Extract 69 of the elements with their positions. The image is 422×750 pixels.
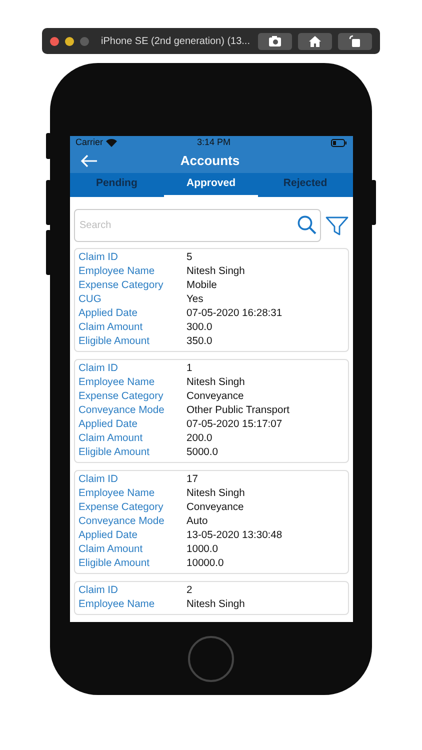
field-value: Conveyance: [186, 501, 244, 515]
field-label: Conveyance Mode: [78, 515, 166, 529]
camera-icon: [268, 35, 282, 47]
field-label: Expense Category: [78, 501, 164, 515]
field-label: Claim ID: [78, 473, 119, 487]
field-value: 07-05-2020 15:17:07: [186, 418, 282, 432]
field-value: Mobile: [186, 279, 217, 293]
field-value: Yes: [186, 293, 204, 307]
field-value: 5000.0: [186, 446, 218, 460]
field-value: 300.0: [186, 321, 212, 335]
field-value: 13-05-2020 13:30:48: [186, 529, 282, 543]
field-label: CUG: [78, 293, 102, 307]
field-label: Eligible Amount: [78, 335, 150, 349]
field-label: Employee Name: [78, 598, 156, 612]
rotate-icon: [349, 35, 361, 47]
field-label: Claim ID: [78, 251, 119, 265]
field-label: Expense Category: [78, 279, 164, 293]
field-value: Nitesh Singh: [186, 265, 245, 279]
window-title: iPhone SE (2nd generation) (13...: [101, 34, 251, 48]
home-button[interactable]: [298, 32, 332, 50]
screen-title: Accounts: [179, 152, 241, 170]
field-value: Nitesh Singh: [186, 487, 245, 501]
field-value: Other Public Transport: [186, 404, 290, 418]
claim-card[interactable]: Claim ID 17 Employee Name Nitesh Singh Expense Category Conveyance Conveyance Mode Auto Applied Date 13-05-2020 13:30:48 Claim Amount 1000.0 Eligible Amount 10000.0: [74, 470, 348, 574]
field-value: 2: [186, 584, 192, 598]
claim-card[interactable]: Claim ID 1 Employee Name Nitesh Singh Expense Category Conveyance Conveyance Mode Other Public Transport Applied Date 07-05-2020 15:17:07 Claim Amount 200.0 Eligible Amount 5000.0: [74, 359, 348, 463]
field-value: Nitesh Singh: [186, 598, 245, 612]
back-icon[interactable]: [80, 154, 98, 168]
screenshot-button[interactable]: [258, 32, 292, 50]
field-label: Eligible Amount: [78, 557, 150, 571]
tab[interactable]: Approved: [164, 172, 258, 197]
close-button[interactable]: [50, 36, 59, 46]
field-label: Claim ID: [78, 362, 119, 376]
field-label: Employee Name: [78, 376, 156, 390]
battery-icon: [330, 138, 346, 147]
minimize-button[interactable]: [65, 36, 74, 46]
field-value: 1000.0: [186, 543, 218, 557]
field-value: 17: [186, 473, 198, 487]
claim-card[interactable]: Claim ID 5 Employee Name Nitesh Singh Expense Category Mobile CUG Yes Applied Date 07-05-2020 16:28:31 Claim Amount 300.0 Eligible Amount 350.0: [74, 248, 348, 352]
home-icon: [309, 36, 321, 46]
field-label: Employee Name: [78, 487, 156, 501]
field-value: 5: [186, 251, 192, 265]
field-label: Employee Name: [78, 265, 156, 279]
field-label: Expense Category: [78, 390, 164, 404]
field-value: Auto: [186, 515, 208, 529]
search-field[interactable]: Search: [74, 209, 320, 242]
field-label: Claim Amount: [78, 543, 144, 557]
rotate-button[interactable]: [338, 32, 372, 50]
field-value: 10000.0: [186, 557, 224, 571]
field-label: Applied Date: [78, 529, 138, 543]
field-label: Applied Date: [78, 307, 138, 321]
field-value: 1: [186, 362, 192, 376]
search-icon[interactable]: [296, 215, 316, 235]
claim-card[interactable]: Claim ID 2 Employee Name Nitesh Singh: [74, 581, 348, 615]
field-label: Claim ID: [78, 584, 119, 598]
wifi-icon: [106, 138, 118, 147]
field-label: Applied Date: [78, 418, 138, 432]
filter-icon[interactable]: [324, 216, 348, 236]
field-label: Eligible Amount: [78, 446, 150, 460]
carrier-label: Carrier: [76, 136, 104, 149]
field-value: 200.0: [186, 432, 212, 446]
field-label: Conveyance Mode: [78, 404, 166, 418]
field-value: Conveyance: [186, 390, 244, 404]
field-value: 350.0: [186, 335, 212, 349]
field-value: 07-05-2020 16:28:31: [186, 307, 282, 321]
field-value: Nitesh Singh: [186, 376, 245, 390]
status-time: 3:14 PM: [196, 136, 232, 149]
field-label: Claim Amount: [78, 432, 144, 446]
field-label: Claim Amount: [78, 321, 144, 335]
